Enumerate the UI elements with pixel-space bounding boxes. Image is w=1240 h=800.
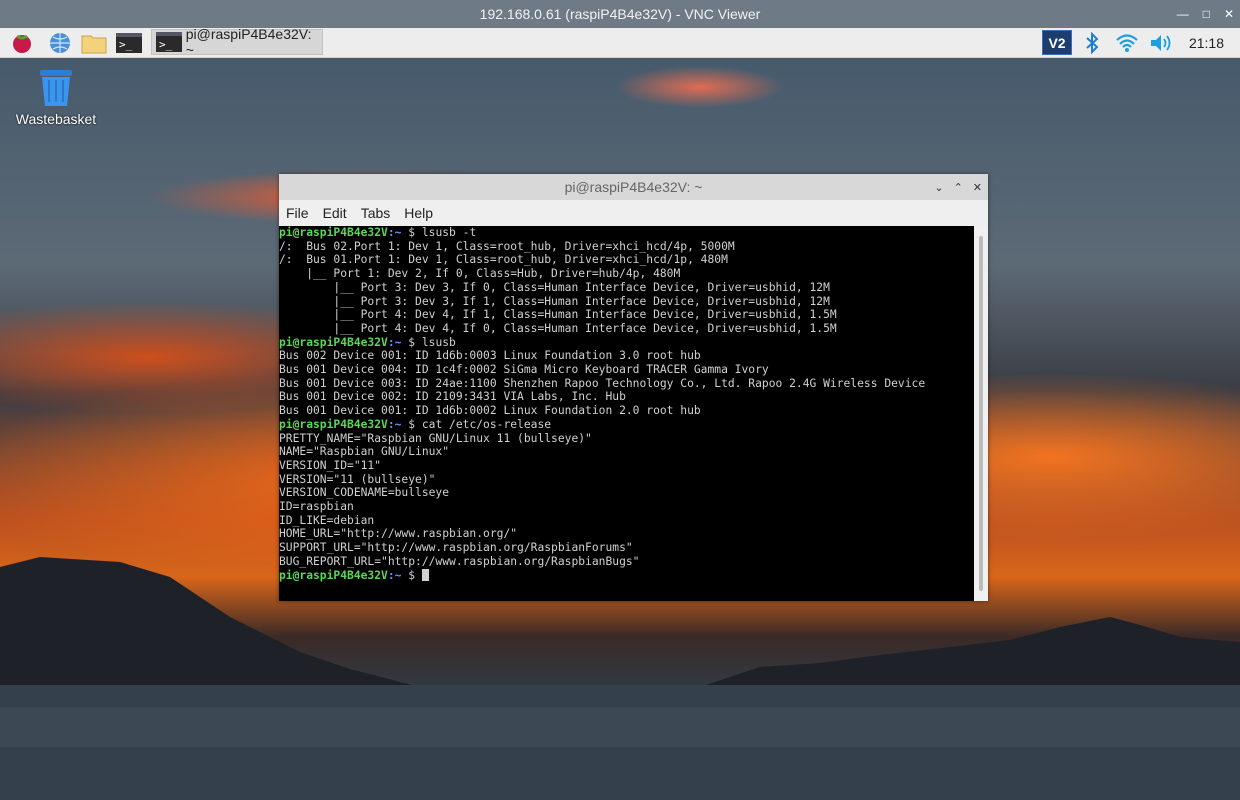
terminal-output-line: Bus 001 Device 002: ID 2109:3431 VIA Lab… [279,390,626,404]
wastebasket-icon [40,70,72,106]
taskbar-item-terminal[interactable]: >_ pi@raspiP4B4e32V: ~ [151,26,323,58]
scrollbar-thumb[interactable] [979,236,983,591]
minimize-icon[interactable]: — [1177,7,1189,21]
taskbar: >_ >_ pi@raspiP4B4e32V: ~ V2 21:18 [0,26,1240,58]
terminal-command-line: pi@raspiP4B4e32V:~ $ [279,568,974,583]
command-text: lsusb [421,335,456,349]
desktop-icon-label: Wastebasket [15,111,97,127]
terminal-output-line: |__ Port 4: Dev 4, If 1, Class=Human Int… [279,308,837,322]
terminal-output-line: Bus 001 Device 001: ID 1d6b:0002 Linux F… [279,404,701,418]
terminal-output-line: |__ Port 3: Dev 3, If 1, Class=Human Int… [279,294,830,308]
prompt-path: :~ [387,226,402,239]
terminal-titlebar[interactable]: pi@raspiP4B4e32V: ~ ⌄ ⌃ ✕ [279,174,988,200]
vnc-window-titlebar[interactable]: 192.168.0.61 (raspiP4B4e32V) - VNC Viewe… [0,0,1240,28]
prompt-user: pi@raspiP4B4e32V [279,568,388,582]
terminal-output-line: /: Bus 01.Port 1: Dev 1, Class=root_hub,… [279,253,728,267]
menu-help[interactable]: Help [404,205,433,221]
terminal-window: pi@raspiP4B4e32V: ~ ⌄ ⌃ ✕ File Edit Tabs… [279,174,988,601]
maximize-icon[interactable]: □ [1203,7,1210,21]
terminal-output-line: /: Bus 02.Port 1: Dev 1, Class=root_hub,… [279,239,735,253]
text-cursor [421,568,429,581]
scrollbar[interactable] [974,226,988,601]
terminal-menubar: File Edit Tabs Help [279,200,988,226]
prompt-dollar: $ [401,568,422,582]
terminal-output-line: Bus 001 Device 003: ID 24ae:1100 Shenzhe… [279,376,926,390]
desktop-icon-wastebasket[interactable]: Wastebasket [14,68,98,127]
terminal-output-line: PRETTY_NAME="Raspbian GNU/Linux 11 (bull… [279,431,592,445]
terminal-output-line: NAME="Raspbian GNU/Linux" [279,445,450,459]
terminal-command-line: pi@raspiP4B4e32V:~ $ lsusb -t [279,226,974,240]
close-icon[interactable]: ✕ [1224,7,1234,21]
prompt-dollar: $ [401,417,422,431]
menu-edit[interactable]: Edit [323,205,347,221]
menu-file[interactable]: File [286,205,309,221]
vnc-window-title: 192.168.0.61 (raspiP4B4e32V) - VNC Viewe… [479,6,761,22]
maximize-icon[interactable]: ⌃ [954,181,963,194]
raspberry-menu-icon[interactable] [8,30,36,55]
minimize-icon[interactable]: ⌄ [934,181,943,194]
vnc-icon[interactable]: V2 [1042,30,1072,55]
taskbar-item-label: pi@raspiP4B4e32V: ~ [185,26,312,58]
terminal-output-line: HOME_URL="http://www.raspbian.org/" [279,527,518,541]
terminal-icon[interactable]: >_ [114,30,144,55]
terminal-output-line: |__ Port 1: Dev 2, If 0, Class=Hub, Driv… [279,267,681,281]
vnc-window-controls: — □ ✕ [1177,0,1234,28]
terminal-output-line: |__ Port 3: Dev 3, If 0, Class=Human Int… [279,280,830,294]
menu-tabs[interactable]: Tabs [361,205,391,221]
prompt-dollar: $ [401,226,422,239]
window-controls: ⌄ ⌃ ✕ [934,174,982,200]
terminal-command-line: pi@raspiP4B4e32V:~ $ cat /etc/os-release [279,418,974,432]
command-text: lsusb -t [421,226,477,239]
prompt-path: :~ [387,417,402,431]
terminal-command-line: pi@raspiP4B4e32V:~ $ lsusb [279,336,974,350]
terminal-icon: >_ [156,32,182,52]
terminal-output[interactable]: pi@raspiP4B4e32V:~ $ lsusb -t/: Bus 02.P… [279,226,974,601]
close-icon[interactable]: ✕ [973,181,982,194]
clock[interactable]: 21:18 [1189,28,1224,57]
prompt-user: pi@raspiP4B4e32V [279,226,388,239]
prompt-path: :~ [387,335,402,349]
terminal-output-line: |__ Port 4: Dev 4, If 0, Class=Human Int… [279,321,837,335]
terminal-output-line: VERSION="11 (bullseye)" [279,472,436,486]
bluetooth-icon[interactable] [1082,30,1102,55]
file-manager-icon[interactable] [80,30,108,55]
window-title: pi@raspiP4B4e32V: ~ [564,179,703,195]
volume-icon[interactable] [1148,30,1174,55]
terminal-output-line: BUG_REPORT_URL="http://www.raspbian.org/… [279,554,640,568]
terminal-output-line: VERSION_ID="11" [279,458,382,472]
prompt-dollar: $ [401,335,422,349]
prompt-path: :~ [387,568,402,582]
terminal-output-line: VERSION_CODENAME=bullseye [279,486,450,500]
terminal-output-line: Bus 002 Device 001: ID 1d6b:0003 Linux F… [279,349,701,363]
wifi-icon[interactable] [1114,30,1140,55]
terminal-output-line: ID=raspbian [279,500,354,514]
prompt-user: pi@raspiP4B4e32V [279,335,388,349]
terminal-output-line: SUPPORT_URL="http://www.raspbian.org/Ras… [279,541,633,555]
terminal-output-line: Bus 001 Device 004: ID 1c4f:0002 SiGma M… [279,363,769,377]
command-text: cat /etc/os-release [421,417,552,431]
web-browser-icon[interactable] [46,30,74,55]
terminal-output-line: ID_LIKE=debian [279,513,375,527]
prompt-user: pi@raspiP4B4e32V [279,417,388,431]
